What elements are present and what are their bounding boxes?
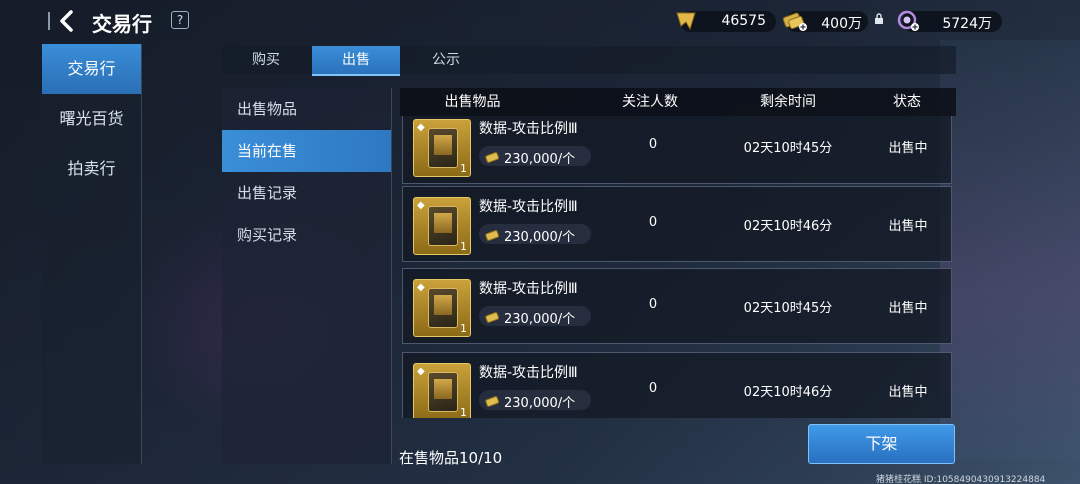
player-id-watermark: 猪猪桂花糕 ID:1058490430913224884 — [876, 475, 1046, 484]
gold-coin-icon — [485, 309, 501, 328]
column-header: 出售物品 — [444, 94, 501, 110]
column-header: 状态 — [893, 94, 921, 110]
nav-item-auction[interactable]: 拍卖行 — [42, 144, 141, 194]
remaining-time: 02天10时45分 — [743, 301, 833, 316]
sub-item-on-sale[interactable]: 当前在售 — [222, 130, 391, 172]
divider — [48, 12, 51, 30]
tab-public[interactable]: 公示 — [402, 46, 490, 74]
tab-bar: 购买 出售 公示 — [222, 46, 956, 76]
data-chip-icon — [428, 288, 458, 328]
item-thumbnail: ◆ 1 — [413, 119, 471, 177]
table-header: 出售物品 关注人数 剩余时间 状态 — [400, 88, 956, 116]
table-row[interactable]: ◆ 1 数据-攻击比例Ⅲ 230,000/个 0 02天10时46分 出售中 — [402, 352, 952, 418]
item-thumbnail: ◆ 1 — [413, 197, 471, 255]
listing-table[interactable]: ◆ 1 数据-攻击比例Ⅲ 230,000/个 0 02天10时45分 出售中 ◆… — [400, 116, 956, 418]
watcher-count: 0 — [648, 297, 658, 312]
status-label: 出售中 — [888, 301, 928, 316]
item-quantity: 1 — [460, 240, 467, 253]
currency-badge: 46575 — [676, 11, 776, 32]
sub-item-sell-items[interactable]: 出售物品 — [222, 88, 391, 130]
sub-item-sell-history[interactable]: 出售记录 — [222, 172, 391, 214]
status-label: 出售中 — [888, 219, 928, 234]
item-quantity: 1 — [460, 162, 467, 175]
gold-coin-icon[interactable] — [782, 9, 810, 37]
lock-icon — [874, 10, 884, 29]
left-nav: 交易行 曙光百货 拍卖行 — [42, 44, 142, 464]
gold-coin-icon — [485, 227, 501, 246]
gold-coin-icon — [485, 149, 501, 168]
price-value: 230,000/个 — [504, 312, 576, 327]
badge-currency-icon — [674, 10, 698, 36]
currency-value: 46575 — [721, 13, 766, 29]
price-value: 230,000/个 — [504, 230, 576, 245]
back-arrow-icon[interactable] — [56, 9, 80, 33]
item-name: 数据-攻击比例Ⅲ — [479, 281, 578, 297]
remaining-time: 02天10时45分 — [743, 141, 833, 156]
currency-crystal: 5724万 — [897, 10, 1002, 32]
diamond-icon: ◆ — [417, 282, 425, 293]
help-icon[interactable]: ? — [171, 11, 189, 29]
watcher-count: 0 — [648, 137, 658, 152]
currency-gold: 400万 — [782, 11, 868, 32]
item-quantity: 1 — [460, 406, 467, 418]
column-header: 关注人数 — [622, 94, 678, 110]
item-quantity: 1 — [460, 322, 467, 335]
purple-crystal-icon[interactable] — [896, 9, 922, 37]
item-thumbnail: ◆ 1 — [413, 363, 471, 418]
diamond-icon: ◆ — [417, 366, 425, 377]
diamond-icon: ◆ — [417, 122, 425, 133]
item-thumbnail: ◆ 1 — [413, 279, 471, 337]
table-row[interactable]: ◆ 1 数据-攻击比例Ⅲ 230,000/个 0 02天10时46分 出售中 — [402, 186, 952, 262]
remaining-time: 02天10时46分 — [743, 385, 833, 400]
price-value: 230,000/个 — [504, 396, 576, 411]
status-label: 出售中 — [888, 385, 928, 400]
currency-value: 400万 — [821, 16, 862, 32]
top-bar: 交易行 ? 46575 400万 5724万 — [0, 0, 1080, 44]
page-title: 交易行 — [92, 12, 152, 36]
table-row[interactable]: ◆ 1 数据-攻击比例Ⅲ 230,000/个 0 02天10时45分 出售中 — [402, 268, 952, 344]
table-row[interactable]: ◆ 1 数据-攻击比例Ⅲ 230,000/个 0 02天10时45分 出售中 — [402, 116, 952, 184]
item-name: 数据-攻击比例Ⅲ — [479, 365, 578, 381]
sub-nav: 出售物品 当前在售 出售记录 购买记录 — [222, 88, 392, 464]
watcher-count: 0 — [648, 381, 658, 396]
gold-coin-icon — [485, 393, 501, 412]
data-chip-icon — [428, 128, 458, 168]
tab-buy[interactable]: 购买 — [222, 46, 310, 74]
diamond-icon: ◆ — [417, 200, 425, 211]
item-name: 数据-攻击比例Ⅲ — [479, 121, 578, 137]
item-price: 230,000/个 — [479, 306, 591, 328]
watcher-count: 0 — [648, 215, 658, 230]
column-header: 剩余时间 — [760, 94, 816, 110]
nav-item-trade[interactable]: 交易行 — [42, 44, 141, 94]
nav-item-dawn-store[interactable]: 曙光百货 — [42, 94, 141, 144]
item-price: 230,000/个 — [479, 390, 591, 412]
delist-button[interactable]: 下架 — [808, 424, 955, 464]
tab-sell[interactable]: 出售 — [312, 46, 400, 76]
price-value: 230,000/个 — [504, 152, 576, 167]
data-chip-icon — [428, 372, 458, 412]
sub-item-buy-history[interactable]: 购买记录 — [222, 214, 391, 256]
status-label: 出售中 — [888, 141, 928, 156]
currency-value: 5724万 — [942, 16, 992, 32]
item-price: 230,000/个 — [479, 224, 591, 246]
on-sale-count: 在售物品10/10 — [399, 449, 503, 467]
item-price: 230,000/个 — [479, 146, 591, 168]
data-chip-icon — [428, 206, 458, 246]
remaining-time: 02天10时46分 — [743, 219, 833, 234]
item-name: 数据-攻击比例Ⅲ — [479, 199, 578, 215]
